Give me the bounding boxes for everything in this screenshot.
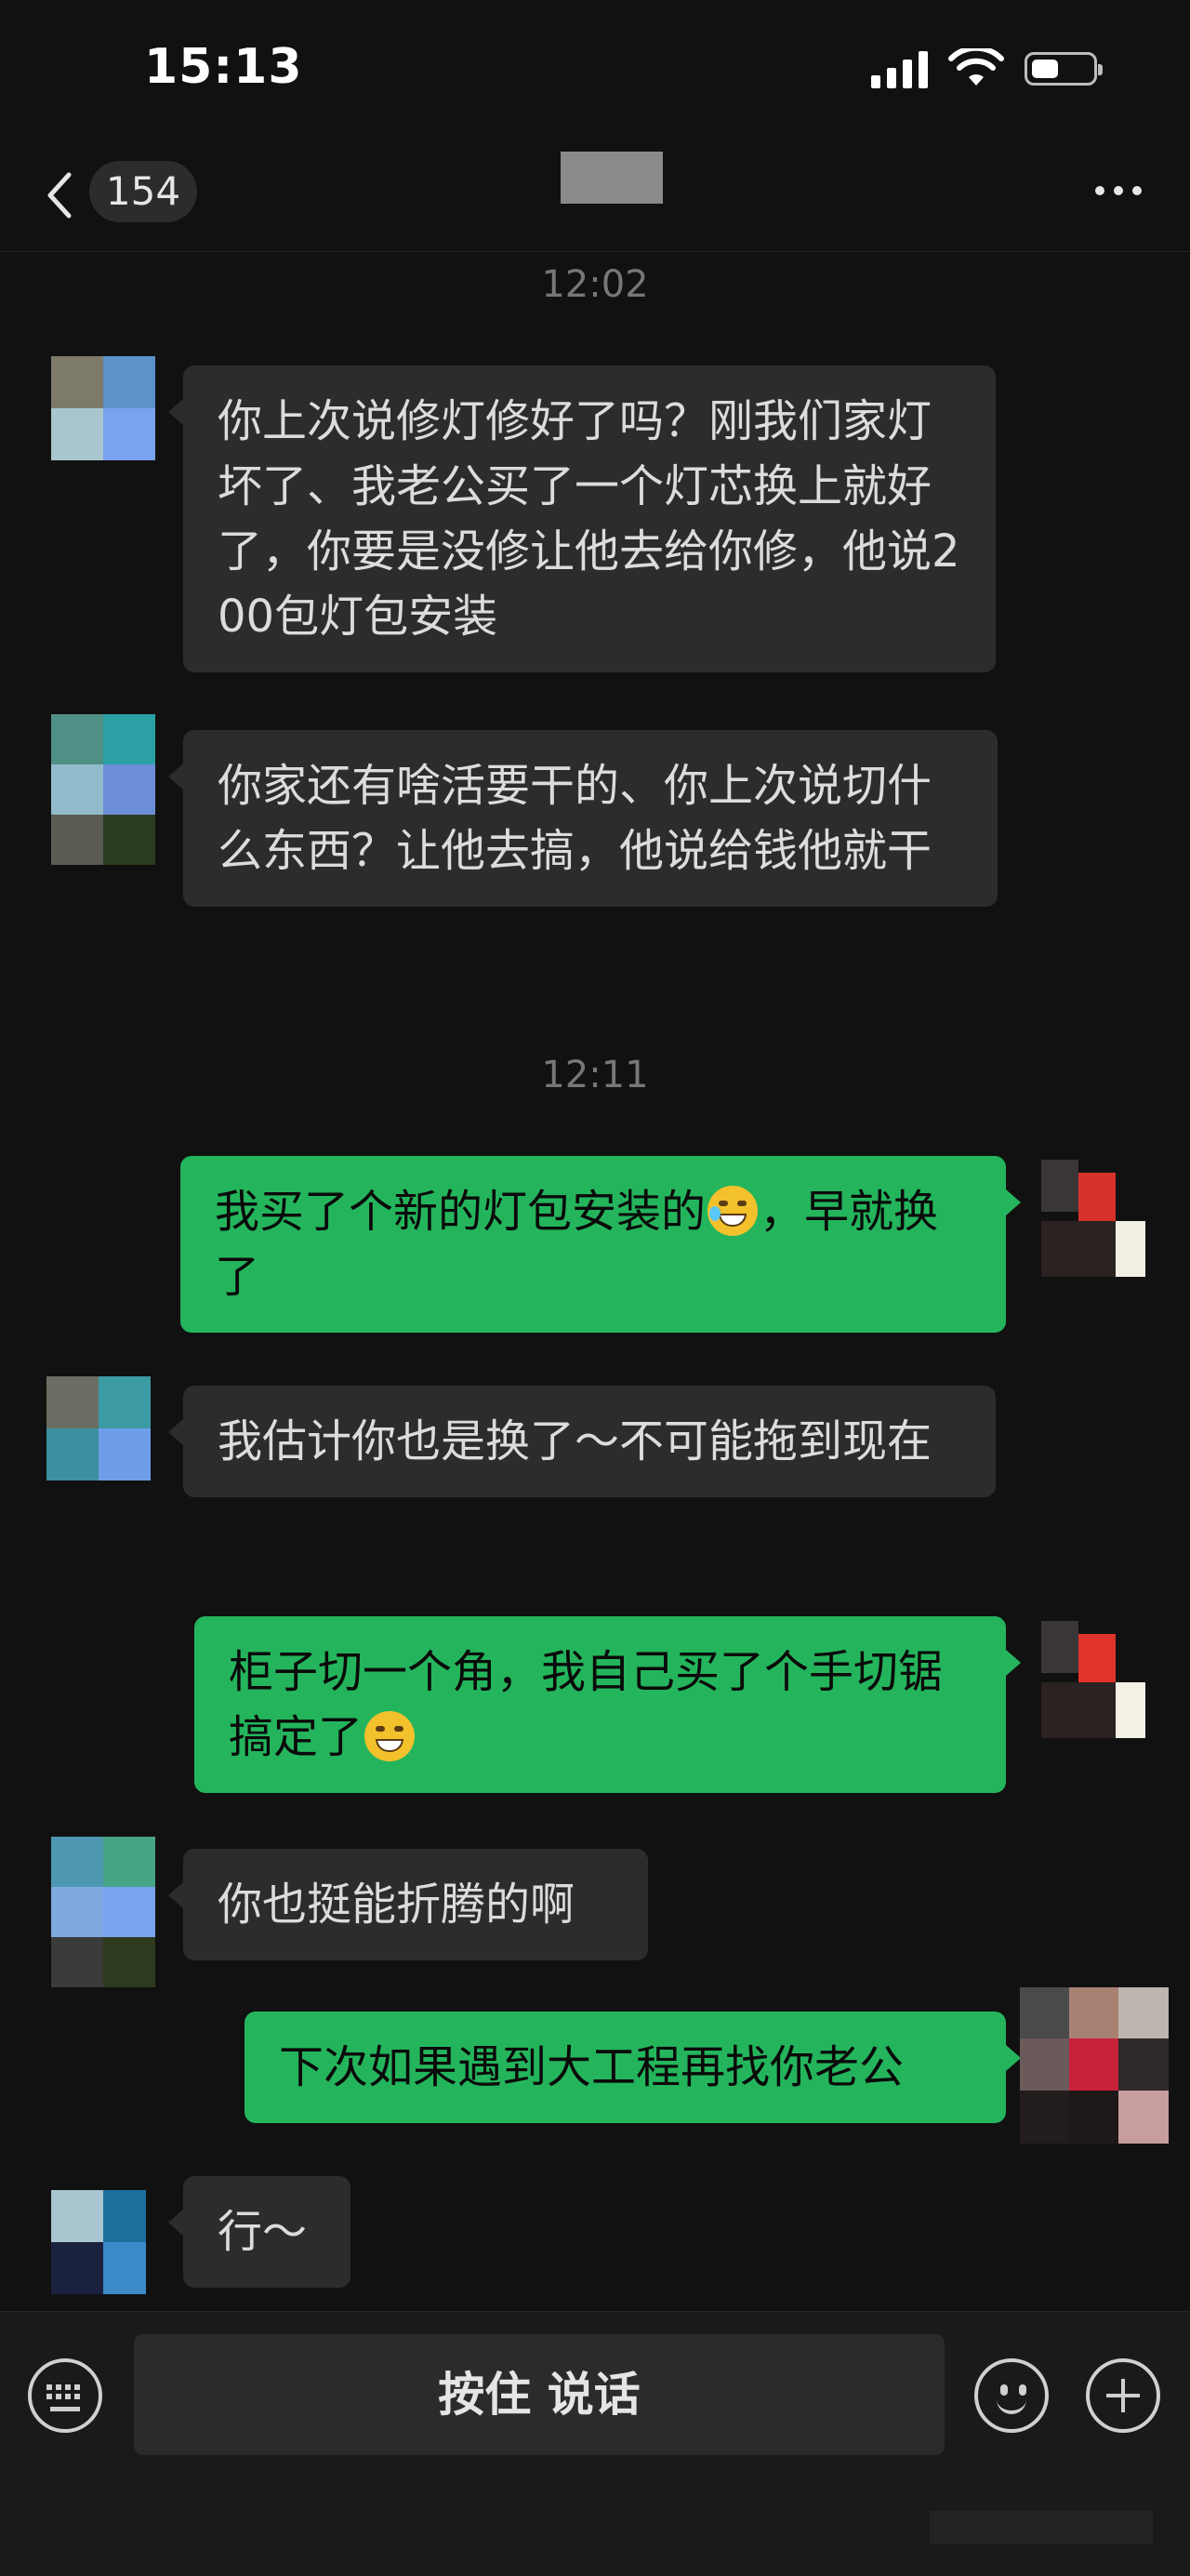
- message-text: 我买了个新的灯包安装的: [215, 1186, 707, 1238]
- message-bubble-incoming[interactable]: 行～: [168, 2176, 350, 2288]
- hold-to-talk-button[interactable]: 按住 说话: [134, 2334, 945, 2455]
- message-bubble-outgoing[interactable]: 我买了个新的灯包安装的 ，早就换了: [180, 1156, 1021, 1333]
- avatar[interactable]: [51, 714, 155, 865]
- battery-fill: [1032, 60, 1058, 78]
- message-bubble-incoming[interactable]: 你家还有啥活要干的、你上次说切什么东西？让他去搞，他说给钱他就干: [168, 730, 998, 907]
- message-bubble-incoming[interactable]: 我估计你也是换了～不可能拖到现在: [168, 1386, 996, 1497]
- avatar[interactable]: [46, 1376, 151, 1481]
- tears-of-joy-emoji: [707, 1186, 759, 1236]
- avatar-self[interactable]: [1041, 1621, 1145, 1738]
- more-icon[interactable]: [1095, 186, 1142, 195]
- status-time: 15:13: [144, 39, 303, 95]
- avatar-self[interactable]: [1041, 1160, 1145, 1277]
- message-bubble-incoming[interactable]: 你也挺能折腾的啊: [168, 1849, 648, 1960]
- message-text: 柜子切一个角，我自己买了个手切锯搞定了: [229, 1646, 944, 1763]
- chat-header: 154: [0, 139, 1190, 252]
- cellular-signal-icon: [871, 49, 928, 88]
- timestamp: 12:02: [541, 263, 649, 306]
- unread-count-badge[interactable]: 154: [89, 161, 197, 222]
- message-bubble-incoming[interactable]: 你上次说修灯修好了吗？刚我们家灯坏了、我老公买了一个灯芯换上就好了，你要是没修让…: [168, 365, 996, 672]
- avatar-self[interactable]: [1020, 1987, 1169, 2144]
- avatar[interactable]: [51, 356, 155, 460]
- message-bubble-outgoing[interactable]: 柜子切一个角，我自己买了个手切锯搞定了: [194, 1616, 1021, 1793]
- message-bubble-outgoing[interactable]: 下次如果遇到大工程再找你老公: [245, 2012, 1021, 2123]
- status-icons: [871, 48, 1103, 89]
- wifi-icon: [948, 48, 1004, 86]
- chevron-left-icon[interactable]: [37, 167, 84, 223]
- avatar[interactable]: [51, 1837, 155, 1987]
- watermark: [930, 2511, 1153, 2544]
- chat-title-redacted: [561, 152, 663, 204]
- emoji-icon[interactable]: [974, 2358, 1049, 2433]
- plus-icon[interactable]: [1086, 2358, 1160, 2433]
- status-bar: 15:13: [0, 0, 1190, 139]
- avatar[interactable]: [42, 2190, 146, 2302]
- grinning-emoji: [364, 1711, 416, 1761]
- battery-icon: [1025, 52, 1103, 86]
- timestamp: 12:11: [541, 1054, 649, 1096]
- keyboard-icon[interactable]: [28, 2358, 102, 2433]
